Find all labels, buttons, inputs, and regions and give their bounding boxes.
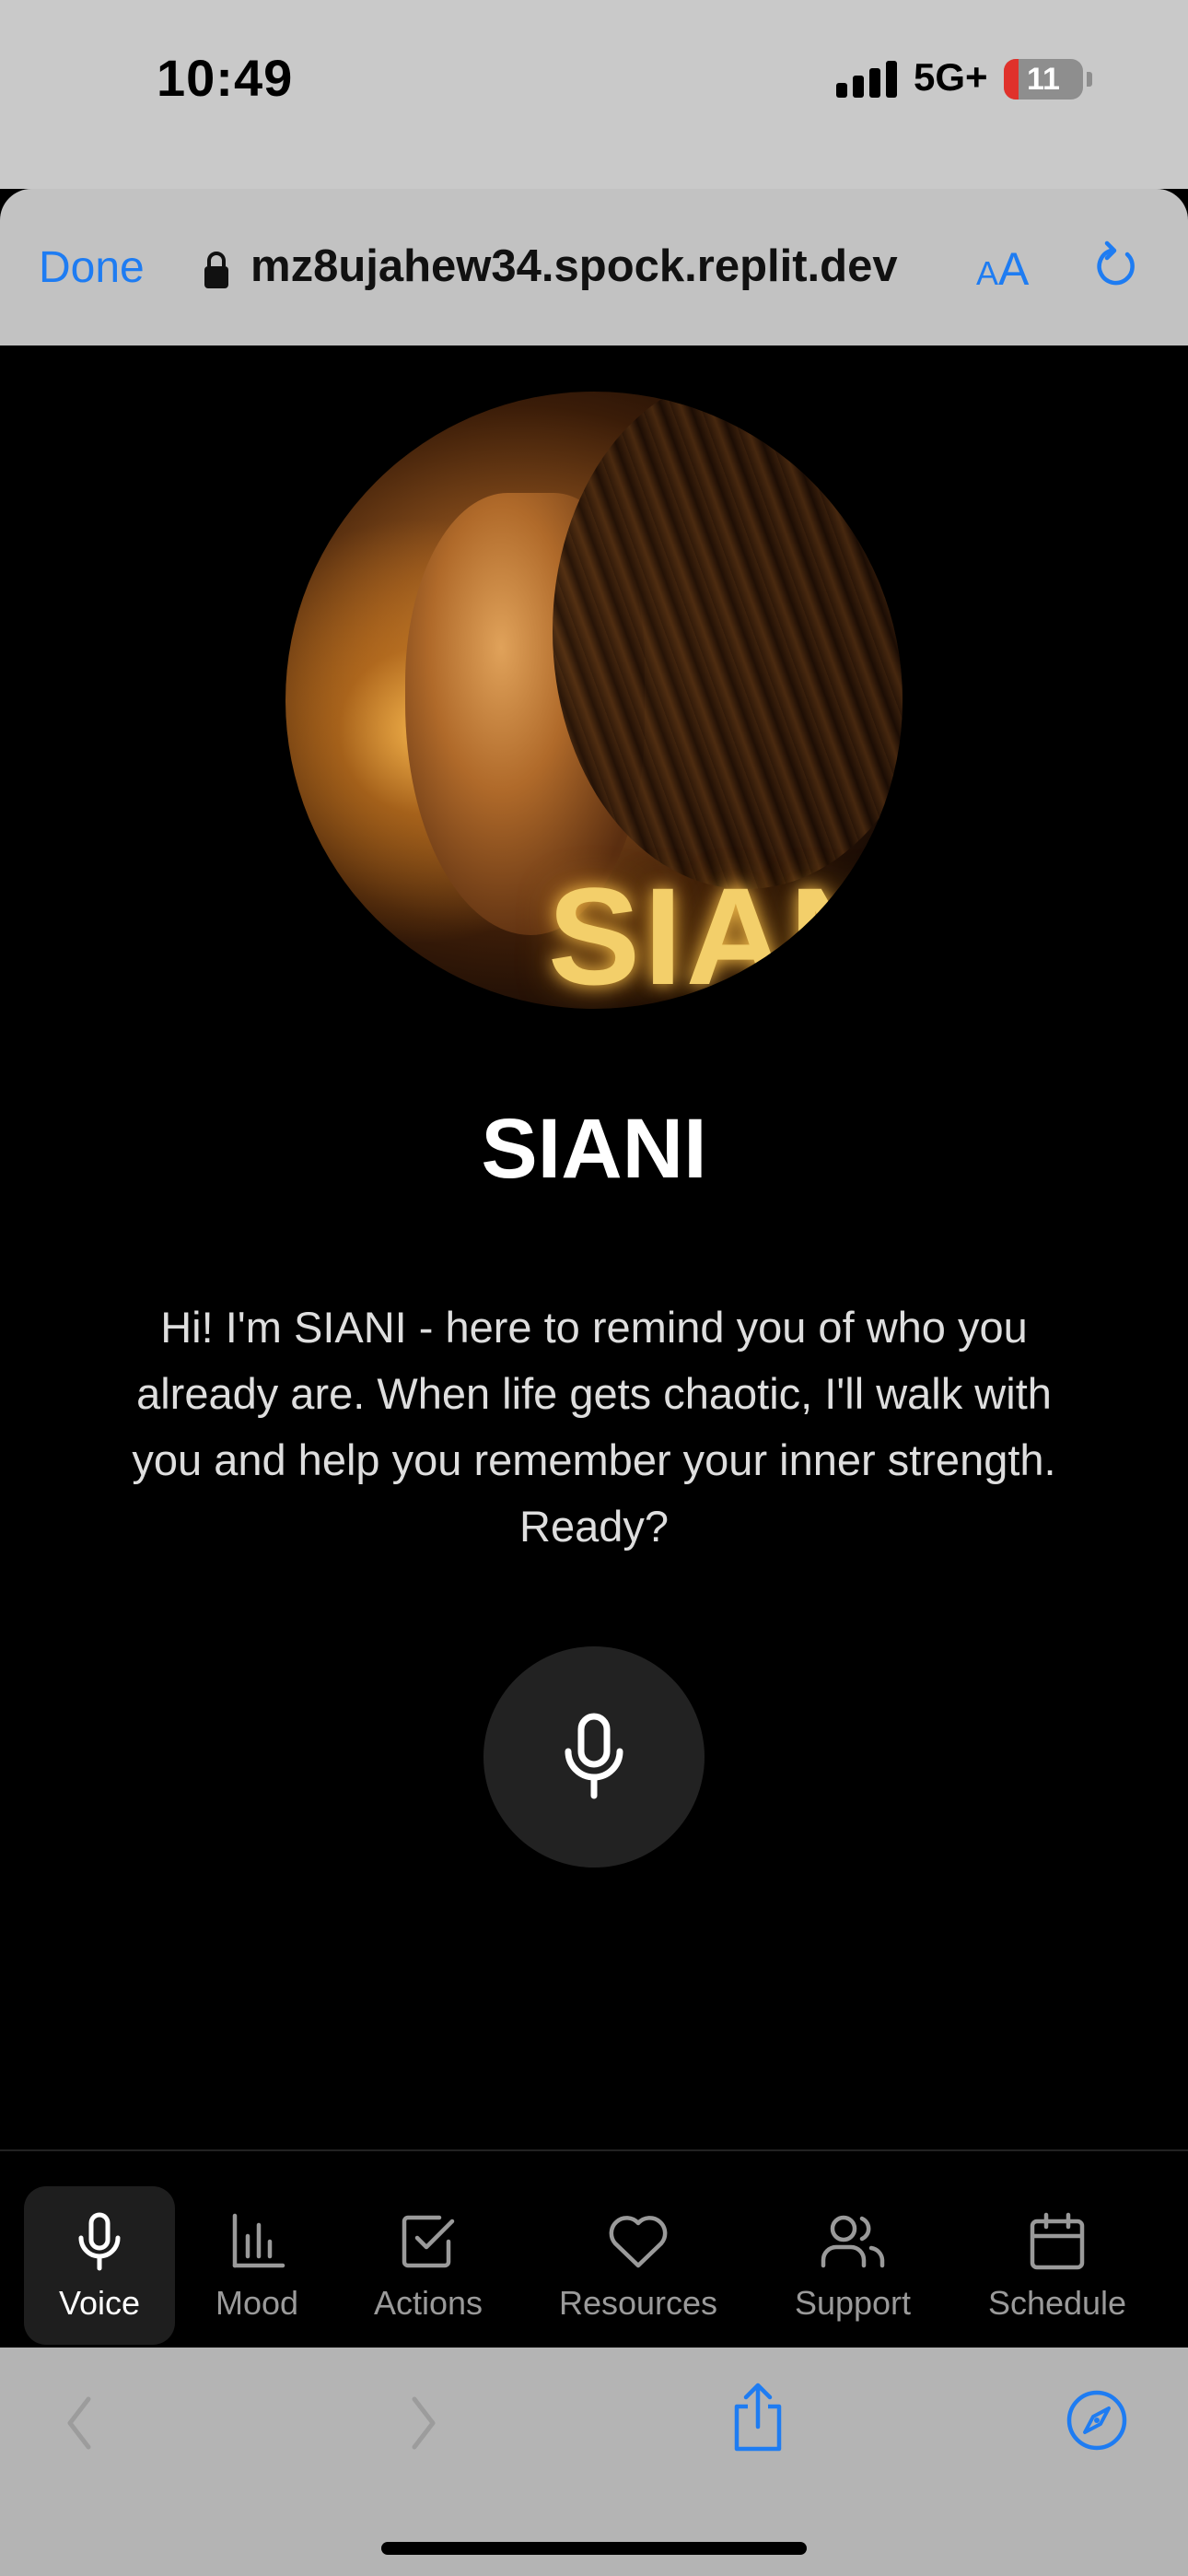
voice-record-button[interactable]	[483, 1646, 705, 1868]
tab-support-label: Support	[794, 2284, 912, 2322]
tab-mood[interactable]: Mood	[190, 2186, 324, 2345]
lock-icon	[204, 252, 228, 288]
battery-level-text: 11	[1027, 62, 1060, 97]
tab-support[interactable]: Support	[779, 2186, 926, 2345]
url-address[interactable]: mz8ujahew34.spock.replit.dev	[250, 240, 898, 292]
text-size-button[interactable]: AA	[976, 242, 1029, 296]
tab-actions[interactable]: Actions	[357, 2186, 499, 2345]
compass-icon[interactable]	[1065, 2388, 1129, 2453]
heart-icon	[609, 2216, 668, 2268]
page-title: SIANI	[481, 1102, 707, 1196]
text-size-big-label: A	[998, 243, 1030, 295]
battery-icon: 11	[1004, 59, 1083, 100]
bar-chart-icon	[232, 2213, 285, 2268]
share-icon[interactable]	[728, 2381, 788, 2454]
main-content: SIANI SIANI Hi! I'm SIANI - here to remi…	[0, 345, 1188, 2149]
tab-voice[interactable]: Voice	[24, 2186, 175, 2345]
text-size-small-label: A	[976, 254, 999, 292]
status-bar: 10:49 5G+ 11	[0, 0, 1188, 189]
avatar-logo-text: SIANI	[548, 859, 903, 1009]
signal-strength-icon	[836, 61, 899, 98]
network-type: 5G+	[914, 55, 988, 99]
home-indicator	[381, 2542, 807, 2555]
users-icon	[821, 2215, 885, 2268]
calendar-icon	[1030, 2212, 1085, 2270]
tab-mood-label: Mood	[215, 2284, 299, 2322]
tab-resources-label: Resources	[558, 2284, 718, 2322]
app-tab-bar: Voice Mood Actions Resources Support Sch…	[0, 2149, 1188, 2348]
mic-icon	[78, 2212, 121, 2271]
tab-schedule[interactable]: Schedule	[974, 2186, 1140, 2345]
browser-toolbar	[0, 2348, 1188, 2576]
done-button[interactable]: Done	[39, 242, 145, 293]
reload-icon[interactable]	[1090, 240, 1138, 291]
forward-arrow-icon[interactable]	[405, 2394, 442, 2453]
checkbox-icon	[402, 2215, 455, 2268]
mic-icon	[565, 1713, 623, 1799]
battery-cap	[1087, 72, 1092, 87]
tab-resources[interactable]: Resources	[542, 2186, 735, 2345]
tab-voice-label: Voice	[58, 2284, 141, 2322]
tab-actions-label: Actions	[373, 2284, 483, 2322]
siani-avatar: SIANI	[285, 392, 903, 1009]
back-arrow-icon[interactable]	[61, 2394, 98, 2453]
intro-message: Hi! I'm SIANI - here to remind you of wh…	[132, 1303, 1056, 1551]
tab-schedule-label: Schedule	[987, 2284, 1127, 2322]
status-time: 10:49	[157, 49, 294, 107]
browser-url-bar: Done mz8ujahew34.spock.replit.dev AA	[0, 189, 1188, 345]
